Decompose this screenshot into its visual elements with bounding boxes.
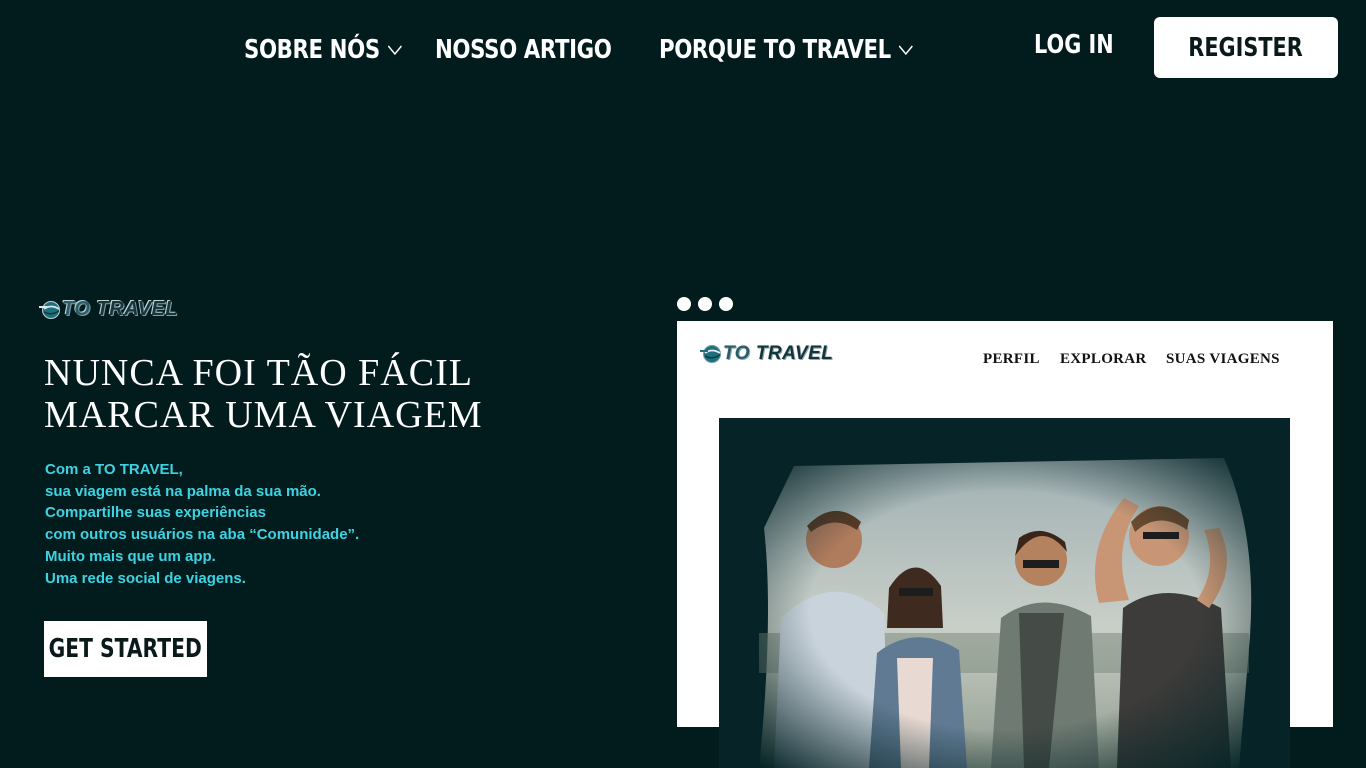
mockup-brand-logo: TO TRAVEL — [699, 343, 833, 365]
hero-title-line: MARCAR UMA VIAGEM — [44, 394, 483, 436]
window-dot — [677, 297, 691, 311]
get-started-button[interactable]: GET STARTED — [44, 621, 207, 677]
nav-item-nosso-artigo[interactable]: NOSSO ARTIGO — [435, 30, 612, 70]
window-dot — [698, 297, 712, 311]
login-link[interactable]: LOG IN — [1034, 25, 1114, 65]
hero-description: Com a TO TRAVEL, sua viagem está na palm… — [45, 459, 359, 589]
mockup-nav-suas-viagens[interactable]: SUAS VIAGENS — [1166, 351, 1280, 368]
group-of-friends-photo — [719, 418, 1290, 768]
hero-title: NUNCA FOI TÃO FÁCIL MARCAR UMA VIAGEM — [44, 352, 604, 436]
chevron-down-icon — [898, 45, 913, 56]
nav-item-porque-to-travel[interactable]: PORQUE TO TRAVEL — [659, 30, 914, 70]
brand-logo: TO TRAVEL — [38, 298, 178, 321]
hero-description-line: com outros usuários na aba “Comunidade”. — [45, 526, 360, 544]
get-started-button-label: GET STARTED — [48, 634, 203, 664]
window-dot — [719, 297, 733, 311]
nav-item-sobre-nos[interactable]: SOBRE NÓS — [244, 30, 403, 70]
hero-title-line: NUNCA FOI TÃO FÁCIL — [44, 352, 473, 394]
hero-description-line: Uma rede social de viagens. — [45, 569, 246, 587]
window-dots — [677, 297, 733, 311]
brand-logo-text: TO TRAVEL — [62, 298, 178, 320]
chevron-down-icon — [387, 45, 402, 56]
mockup-nav-perfil[interactable]: PERFIL — [983, 351, 1040, 368]
hero-description-line: Com a TO TRAVEL, — [45, 461, 183, 478]
mockup-brand-logo-text: TO TRAVEL — [723, 343, 834, 364]
register-button[interactable]: REGISTER — [1154, 17, 1338, 78]
mockup-nav-explorar[interactable]: EXPLORAR — [1060, 351, 1147, 368]
nav-item-label: SOBRE NÓS — [244, 35, 380, 65]
nav-item-label: PORQUE TO TRAVEL — [659, 35, 891, 65]
globe-icon — [39, 300, 60, 319]
hero-description-line: Compartilhe suas experiências — [45, 504, 266, 522]
landing-page: SOBRE NÓS NOSSO ARTIGO PORQUE TO TRAVEL … — [0, 0, 1366, 768]
hero-description-line: sua viagem está na palma da sua mão. — [45, 482, 321, 500]
hero-description-line: Muito mais que um app. — [45, 547, 216, 565]
register-button-label: REGISTER — [1188, 32, 1304, 63]
nav-item-label: NOSSO ARTIGO — [435, 35, 612, 65]
globe-icon — [700, 345, 721, 363]
